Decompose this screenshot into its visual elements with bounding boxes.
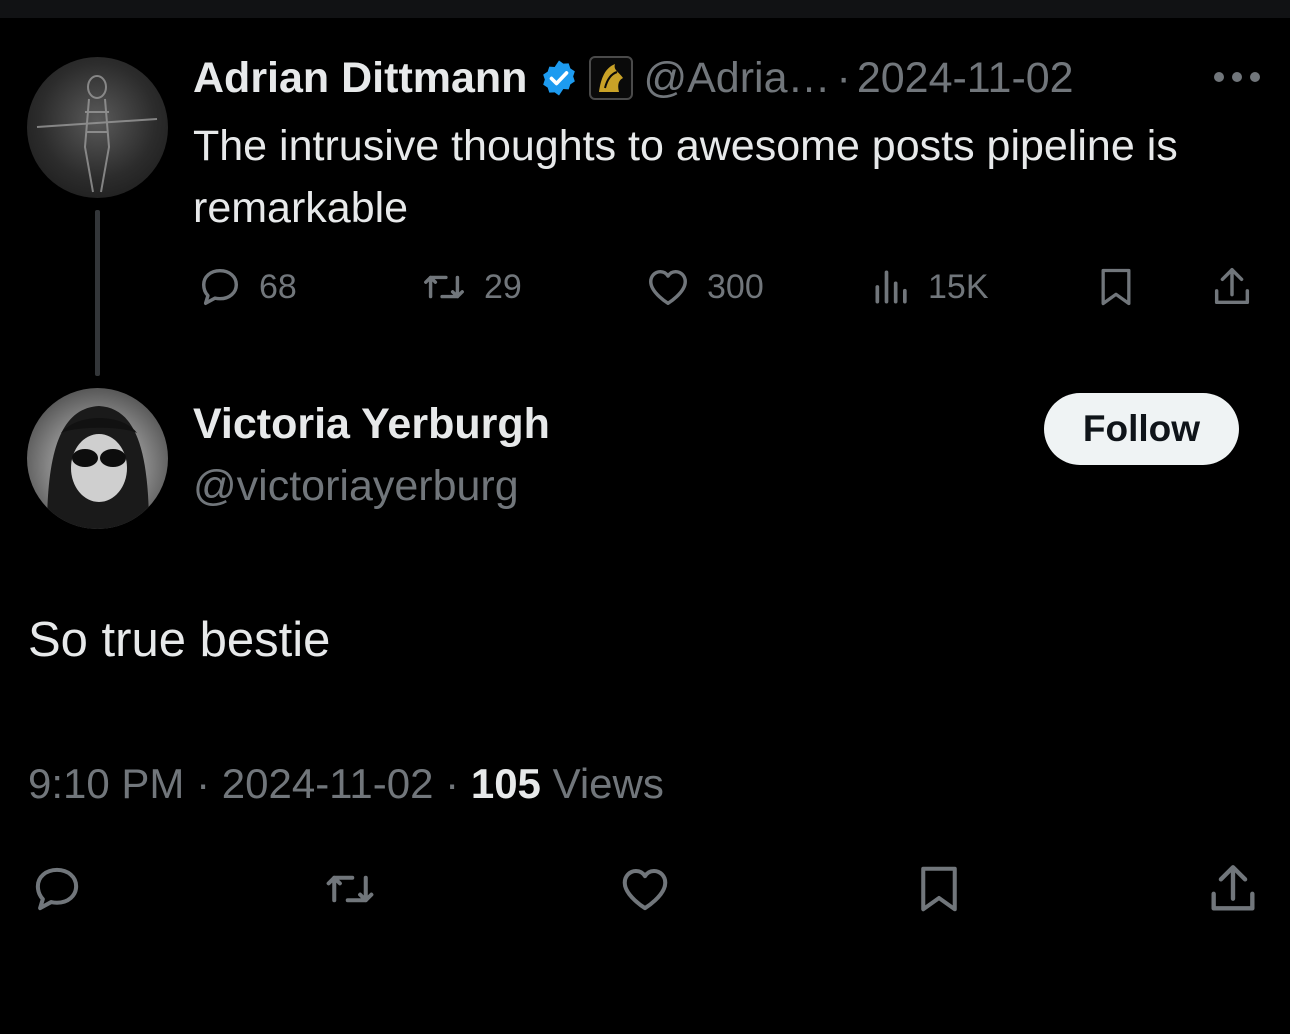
verified-badge-icon	[539, 58, 579, 98]
lion-affiliate-icon[interactable]	[589, 56, 634, 100]
views-button[interactable]: 15K	[870, 264, 989, 310]
tweet-meta: 9:10 PM · 2024-11-02 · 105 Views	[28, 760, 664, 808]
bookmark-icon	[1101, 268, 1131, 306]
repost-button[interactable]: 29	[418, 264, 522, 310]
thread-line	[95, 210, 100, 376]
reply-display-name[interactable]: Victoria Yerburgh	[193, 400, 550, 449]
repost-count: 29	[484, 267, 522, 306]
reply-icon	[201, 268, 239, 306]
reply-views-count[interactable]: 105	[471, 760, 541, 807]
views-chart-icon	[875, 270, 907, 304]
follow-button[interactable]: Follow	[1044, 393, 1239, 465]
parent-header: Adrian Dittmann @Adria… · 2024-11-02	[193, 50, 1074, 106]
share-icon	[1211, 865, 1255, 911]
heart-icon	[649, 269, 687, 306]
bookmark-button[interactable]	[1094, 262, 1138, 312]
repost-action-button[interactable]	[318, 862, 382, 916]
repost-icon	[326, 875, 374, 903]
parent-avatar[interactable]	[27, 57, 168, 198]
parent-date[interactable]: 2024-11-02	[857, 54, 1074, 103]
reply-date[interactable]: 2024-11-02	[222, 760, 434, 807]
meta-separator-2: ·	[445, 760, 460, 807]
share-icon	[1214, 268, 1250, 305]
more-dots-icon[interactable]	[1213, 70, 1261, 82]
share-button[interactable]	[1209, 262, 1255, 312]
like-count: 300	[707, 267, 764, 306]
reply-count: 68	[259, 267, 297, 306]
bookmark-icon	[921, 866, 957, 912]
share-action-button[interactable]	[1204, 858, 1262, 920]
reply-avatar[interactable]	[27, 388, 168, 529]
reply-icon	[35, 867, 79, 911]
heart-icon	[622, 868, 668, 911]
like-action-button[interactable]	[615, 862, 675, 916]
like-button[interactable]: 300	[643, 264, 764, 310]
meta-separator: ·	[196, 760, 211, 807]
status-bar	[0, 0, 1290, 18]
reply-views-label: Views	[552, 760, 664, 807]
parent-display-name[interactable]: Adrian Dittmann	[193, 54, 527, 103]
reply-tweet-text: So true bestie	[28, 613, 331, 667]
reply-handle[interactable]: @victoriayerburg	[193, 462, 519, 511]
reply-time[interactable]: 9:10 PM	[28, 760, 184, 807]
parent-handle[interactable]: @Adria…	[643, 54, 830, 103]
bookmark-action-button[interactable]	[912, 858, 966, 920]
views-count: 15K	[928, 267, 989, 306]
parent-tweet-text: The intrusive thoughts to awesome posts …	[193, 122, 1178, 232]
repost-icon	[424, 275, 464, 299]
reply-action-button[interactable]	[28, 862, 86, 916]
header-separator: ·	[836, 53, 851, 102]
reply-button[interactable]: 68	[195, 264, 297, 310]
